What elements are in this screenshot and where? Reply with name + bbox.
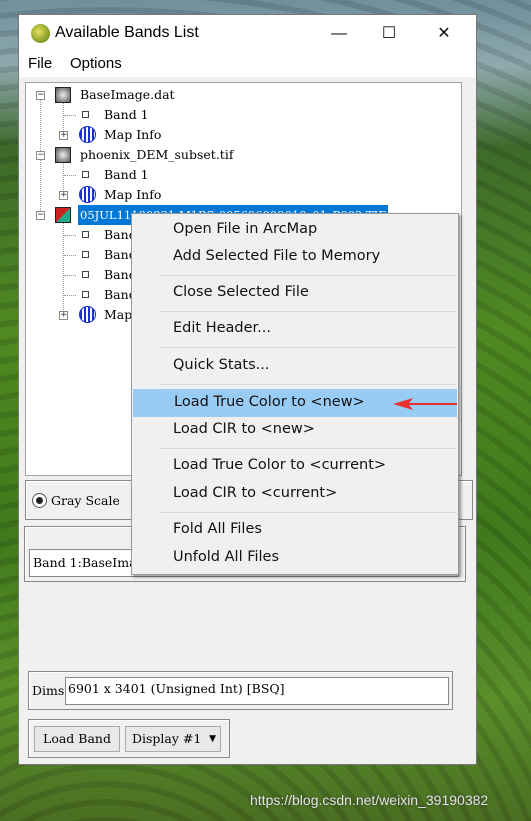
load-band-button[interactable]: Load Band xyxy=(34,726,120,752)
globe-icon xyxy=(79,186,96,203)
menu-options[interactable]: Options xyxy=(70,55,122,72)
tree-file-baseimage[interactable]: − BaseImage.dat xyxy=(26,85,456,105)
expand-icon[interactable]: + xyxy=(59,311,68,320)
expand-icon[interactable]: + xyxy=(59,131,68,140)
band-icon xyxy=(82,271,89,278)
menu-bar: File Options xyxy=(19,53,476,77)
globe-icon xyxy=(79,306,96,323)
menu-item-add-to-memory[interactable]: Add Selected File to Memory xyxy=(132,243,458,270)
menu-item-fold-all[interactable]: Fold All Files xyxy=(132,516,458,543)
band-icon xyxy=(82,171,89,178)
collapse-icon[interactable]: − xyxy=(36,211,45,220)
watermark: https://blog.csdn.net/weixin_39190382 xyxy=(250,792,489,808)
menu-item-load-cir-current[interactable]: Load CIR to <current> xyxy=(132,480,458,507)
window-title: Available Bands List xyxy=(55,24,199,41)
collapse-icon[interactable]: − xyxy=(36,151,45,160)
envi-app-icon xyxy=(31,24,50,43)
menu-item-close-file[interactable]: Close Selected File xyxy=(132,279,458,306)
band-icon xyxy=(82,231,89,238)
dropdown-arrow-icon: ▼ xyxy=(209,734,216,744)
gray-scale-radio[interactable] xyxy=(32,493,47,508)
close-button[interactable]: ✕ xyxy=(421,15,467,53)
menu-item-unfold-all[interactable]: Unfold All Files xyxy=(132,544,458,571)
menu-file[interactable]: File xyxy=(28,55,52,72)
collapse-icon[interactable]: − xyxy=(36,91,45,100)
grayscale-file-icon xyxy=(55,147,71,163)
maximize-button[interactable]: ☐ xyxy=(366,15,412,53)
globe-icon xyxy=(79,126,96,143)
menu-item-open-arcmap[interactable]: Open File in ArcMap xyxy=(132,216,458,243)
color-file-icon xyxy=(55,207,71,223)
band-icon xyxy=(82,111,89,118)
dims-label: Dims xyxy=(32,683,65,698)
expand-icon[interactable]: + xyxy=(59,191,68,200)
menu-item-edit-header[interactable]: Edit Header... xyxy=(132,315,458,342)
gray-scale-label: Gray Scale xyxy=(51,493,120,508)
title-bar: Available Bands List — ☐ ✕ xyxy=(19,15,476,53)
display-dropdown[interactable]: Display #1 ▼ xyxy=(125,726,221,752)
band-icon xyxy=(82,291,89,298)
minimize-button[interactable]: — xyxy=(316,15,362,53)
band-icon xyxy=(82,251,89,258)
red-annotation-arrow xyxy=(393,398,457,410)
grayscale-file-icon xyxy=(55,87,71,103)
menu-item-load-true-color-current[interactable]: Load True Color to <current> xyxy=(132,452,458,479)
context-menu: Open File in ArcMap Add Selected File to… xyxy=(131,213,459,575)
menu-item-quick-stats[interactable]: Quick Stats... xyxy=(132,352,458,379)
menu-item-load-cir-new[interactable]: Load CIR to <new> xyxy=(132,416,458,443)
dims-value: 6901 x 3401 (Unsigned Int) [BSQ] xyxy=(65,677,449,705)
dims-group: Dims 6901 x 3401 (Unsigned Int) [BSQ] xyxy=(28,671,453,710)
button-group: Load Band Display #1 ▼ xyxy=(28,719,230,758)
